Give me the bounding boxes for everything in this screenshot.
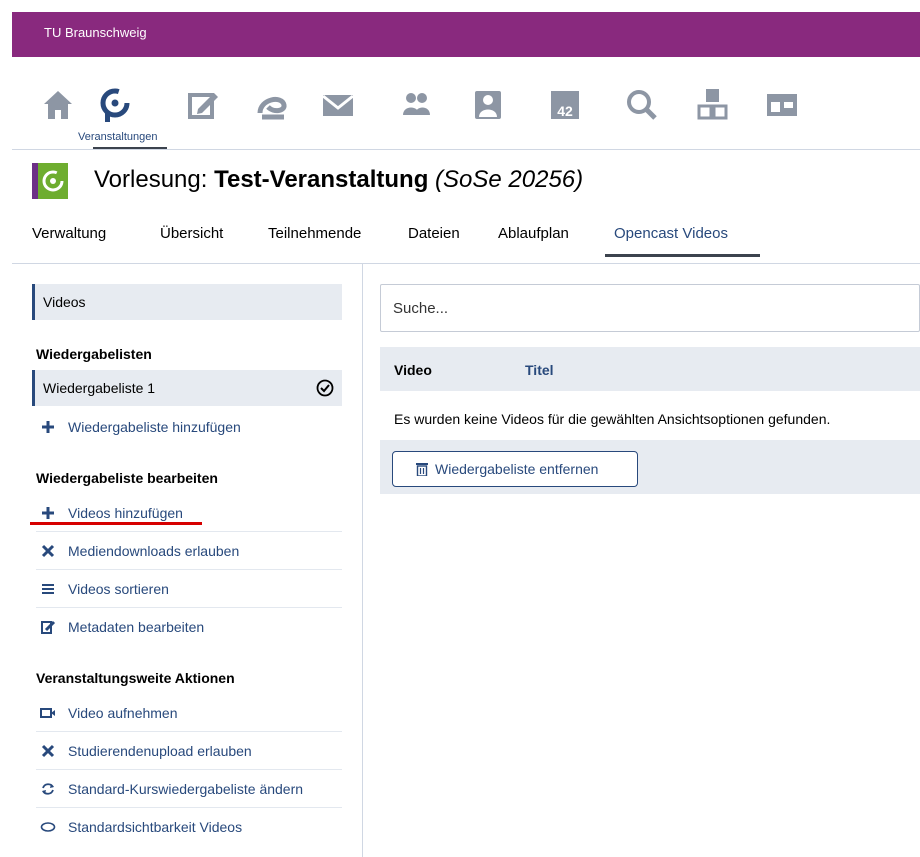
plus-icon (42, 507, 54, 519)
refresh-icon (42, 783, 54, 795)
page-title: Vorlesung: Test-Veranstaltung (SoSe 2025… (94, 166, 583, 194)
column-header-video: Video (394, 362, 432, 378)
calendar-icon[interactable]: 42 (545, 85, 585, 125)
active-tab-indicator (605, 254, 760, 257)
allow-downloads-label: Mediendownloads erlauben (68, 543, 240, 559)
x-icon (41, 744, 55, 758)
sidebar-item-playlist-1[interactable]: Wiedergabeliste 1 (32, 370, 342, 406)
search-icon[interactable] (622, 85, 662, 125)
tab-teilnehmende[interactable]: Teilnehmende (268, 225, 361, 242)
plus-icon (42, 421, 54, 433)
courses-icon[interactable] (95, 85, 135, 125)
remove-playlist-button[interactable]: Wiedergabeliste entfernen (392, 451, 638, 487)
tab-opencast-videos[interactable]: Opencast Videos (614, 225, 728, 242)
tab-ablaufplan[interactable]: Ablaufplan (498, 225, 569, 242)
admin-icon[interactable] (762, 85, 802, 125)
add-videos-label: Videos hinzufügen (68, 505, 183, 521)
empty-state-message: Es wurden keine Videos für die gewählten… (394, 411, 831, 427)
main-navigation: 42 Veranstaltungen (0, 60, 920, 150)
remove-playlist-label: Wiedergabeliste entfernen (435, 461, 599, 477)
add-videos-link[interactable]: Videos hinzufügen (36, 494, 342, 532)
table-header: Video Titel (380, 347, 920, 391)
action-bar: Wiedergabeliste entfernen (380, 440, 920, 494)
nav-active-label: Veranstaltungen (78, 131, 158, 143)
home-icon[interactable] (38, 85, 78, 125)
course-actions-heading: Veranstaltungsweite Aktionen (36, 670, 235, 686)
edit-icon (41, 620, 56, 634)
search-field[interactable] (380, 284, 920, 332)
default-visibility-link[interactable]: Standardsichtbarkeit Videos (36, 808, 342, 846)
list-icon (42, 584, 54, 594)
course-name: Test-Veranstaltung (214, 166, 429, 193)
change-default-playlist-link[interactable]: Standard-Kurswiedergabeliste ändern (36, 770, 342, 808)
course-semester: (SoSe 20256) (435, 166, 584, 193)
tab-uebersicht[interactable]: Übersicht (160, 225, 223, 242)
allow-downloads-link[interactable]: Mediendownloads erlauben (36, 532, 342, 570)
org-name: TU Braunschweig (44, 25, 147, 40)
edit-metadata-label: Metadaten bearbeiten (68, 619, 205, 635)
x-icon (41, 544, 55, 558)
svg-text:42: 42 (557, 103, 573, 119)
tab-verwaltung[interactable]: Verwaltung (32, 225, 106, 242)
check-circle-icon (316, 379, 334, 397)
course-type: Vorlesung: (94, 166, 215, 193)
change-default-playlist-label: Standard-Kurswiedergabeliste ändern (68, 781, 304, 797)
tabs-divider (12, 263, 920, 264)
allow-student-upload-link[interactable]: Studierendenupload erlauben (36, 732, 342, 770)
edit-metadata-link[interactable]: Metadaten bearbeiten (36, 608, 342, 646)
video-camera-icon (40, 708, 55, 718)
edit-playlist-heading: Wiedergabeliste bearbeiten (36, 470, 218, 486)
playlists-heading: Wiedergabelisten (36, 346, 152, 362)
sort-videos-label: Videos sortieren (68, 581, 169, 597)
add-playlist-link[interactable]: Wiedergabeliste hinzufügen (36, 408, 342, 446)
search-input[interactable] (381, 285, 919, 331)
sidebar-item-label: Videos (43, 294, 86, 310)
sidebar-item-videos[interactable]: Videos (32, 284, 342, 320)
course-avatar-icon (32, 163, 68, 199)
allow-student-upload-label: Studierendenupload erlauben (68, 743, 252, 759)
sidebar-divider (362, 264, 363, 857)
messages-icon[interactable] (318, 85, 358, 125)
highlight-underline (30, 522, 202, 525)
tab-dateien[interactable]: Dateien (408, 225, 460, 242)
news-icon[interactable] (184, 85, 224, 125)
eye-icon (40, 822, 56, 832)
sort-videos-link[interactable]: Videos sortieren (36, 570, 342, 608)
community-icon[interactable] (252, 85, 292, 125)
trash-icon (416, 463, 428, 476)
profile-icon[interactable] (468, 85, 508, 125)
record-video-link[interactable]: Video aufnehmen (36, 694, 342, 732)
add-playlist-label: Wiedergabeliste hinzufügen (68, 419, 241, 435)
top-bar: TU Braunschweig (12, 12, 920, 57)
column-header-title[interactable]: Titel (525, 362, 554, 378)
record-video-label: Video aufnehmen (68, 705, 178, 721)
contacts-icon[interactable] (396, 85, 436, 125)
sidebar-item-label: Wiedergabeliste 1 (43, 380, 156, 396)
nav-divider (12, 149, 920, 150)
tools-icon[interactable] (692, 85, 732, 125)
default-visibility-label: Standardsichtbarkeit Videos (68, 819, 243, 835)
